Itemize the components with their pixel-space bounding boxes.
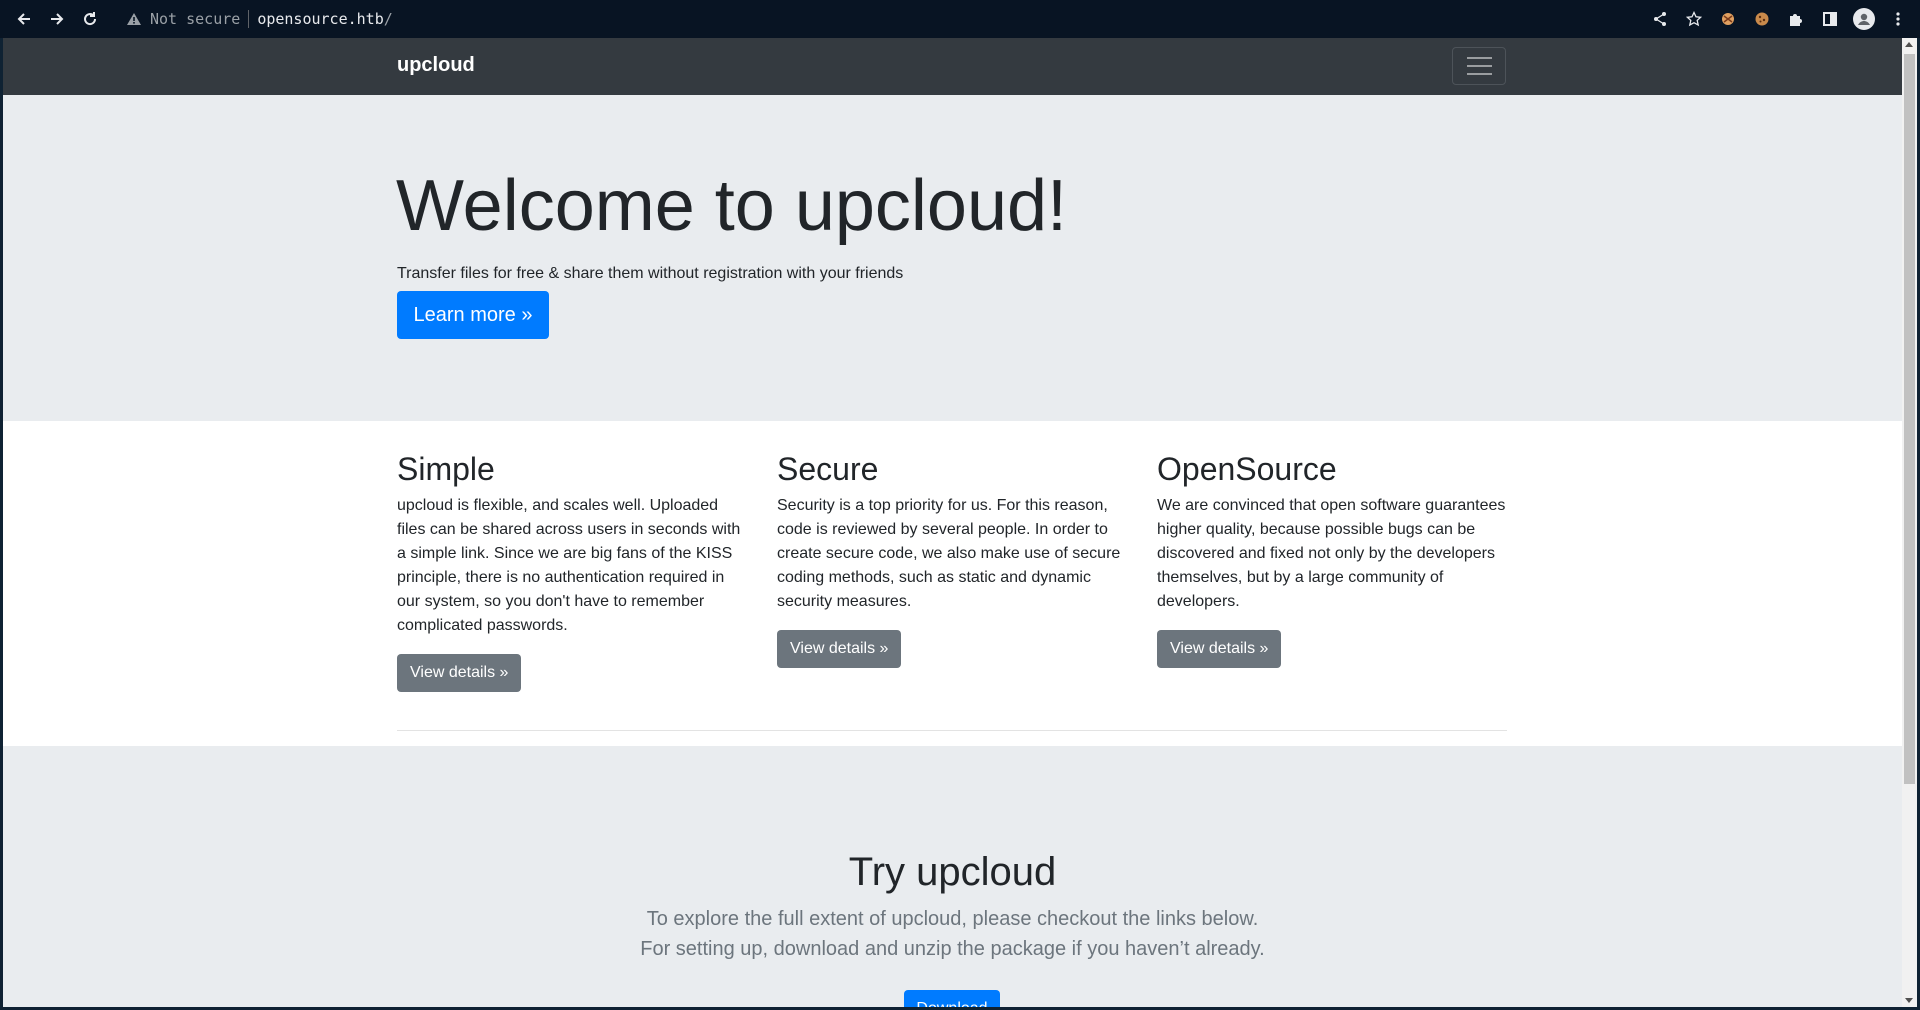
- feature-title: Secure: [777, 451, 879, 487]
- page-viewport: upcloud Welcome to upcloud! Transfer fil…: [3, 38, 1902, 1007]
- feature-title: Simple: [397, 451, 495, 487]
- feature-title: OpenSource: [1157, 451, 1337, 487]
- try-section: Try upcloud To explore the full extent o…: [3, 746, 1902, 1007]
- url-path: /: [383, 10, 393, 28]
- try-text-line-2: For setting up, download and unzip the p…: [640, 938, 1265, 960]
- profile-avatar[interactable]: [1852, 7, 1876, 31]
- cookie-extension-icon[interactable]: [1750, 7, 1774, 31]
- view-details-button[interactable]: View details »: [777, 630, 902, 668]
- extension-icon[interactable]: [1716, 7, 1740, 31]
- url-host: opensource.htb: [257, 10, 384, 28]
- share-icon[interactable]: [1648, 7, 1672, 31]
- site-navbar: upcloud: [3, 38, 1902, 95]
- puzzle-icon[interactable]: [1784, 7, 1808, 31]
- learn-more-button[interactable]: Learn more »: [397, 291, 549, 339]
- address-divider: [248, 10, 250, 28]
- bookmark-star-icon[interactable]: [1682, 7, 1706, 31]
- jumbotron: Welcome to upcloud! Transfer files for f…: [3, 95, 1902, 421]
- side-panel-icon[interactable]: [1818, 7, 1842, 31]
- security-label[interactable]: Not secure: [150, 10, 240, 28]
- navbar-toggler-hamburger-icon[interactable]: [1452, 47, 1506, 85]
- feature-text: We are convinced that open software guar…: [1157, 497, 1506, 610]
- scrollbar-thumb[interactable]: [1904, 54, 1915, 784]
- feature-simple: Simple upcloud is flexible, and scales w…: [397, 450, 747, 692]
- jumbotron-subtitle: Transfer files for free & share them wit…: [397, 265, 904, 282]
- address-bar[interactable]: Not secure opensource.htb /: [126, 10, 393, 28]
- feature-text: Security is a top priority for us. For t…: [777, 497, 1121, 610]
- view-details-button[interactable]: View details »: [1157, 630, 1282, 668]
- scroll-down-arrow-icon[interactable]: [1905, 998, 1913, 1003]
- forward-icon[interactable]: [41, 3, 73, 35]
- feature-opensource: OpenSource We are convinced that open so…: [1157, 450, 1507, 668]
- reload-icon[interactable]: [74, 3, 106, 35]
- more-menu-icon[interactable]: [1886, 7, 1910, 31]
- browser-toolbar: Not secure opensource.htb /: [0, 0, 1920, 38]
- back-icon[interactable]: [8, 3, 40, 35]
- section-divider: [397, 730, 1507, 731]
- download-button[interactable]: Download: [904, 990, 1000, 1007]
- view-details-button[interactable]: View details »: [397, 654, 522, 692]
- feature-text: upcloud is flexible, and scales well. Up…: [397, 497, 741, 634]
- scroll-up-arrow-icon[interactable]: [1905, 42, 1913, 47]
- navbar-brand[interactable]: upcloud: [397, 54, 475, 77]
- feature-secure: Secure Security is a top priority for us…: [777, 450, 1127, 668]
- page-scrollbar[interactable]: [1902, 38, 1917, 1007]
- try-text-line-1: To explore the full extent of upcloud, p…: [646, 908, 1259, 930]
- warning-icon: [126, 12, 142, 26]
- jumbotron-title: Welcome to upcloud!: [396, 166, 1068, 246]
- try-title: Try upcloud: [848, 850, 1057, 894]
